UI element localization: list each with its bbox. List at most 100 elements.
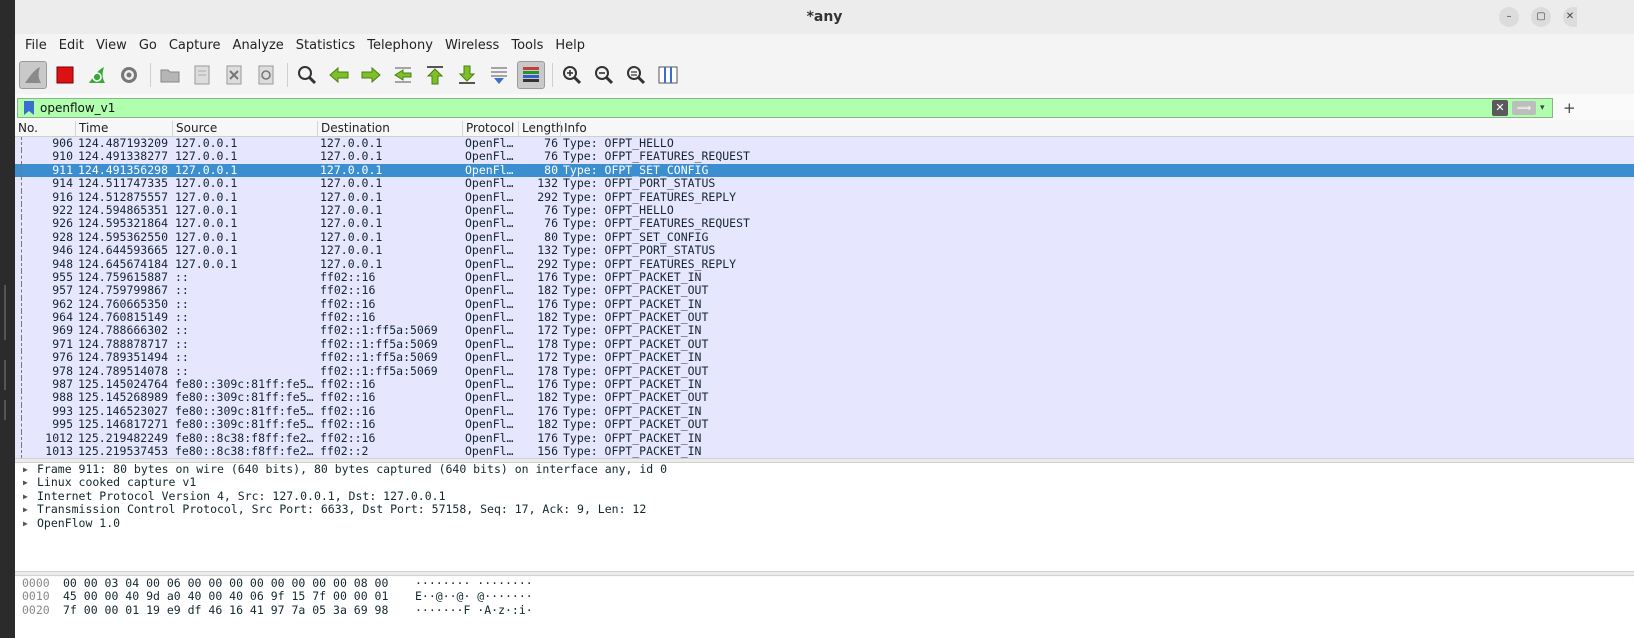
column-header-info[interactable]: Info xyxy=(560,121,1560,136)
packet-row[interactable]: 906 124.487193209 127.0.0.1 127.0.0.1 OpenFl… xyxy=(15,137,1634,151)
packet-destination: 127.0.0.1 xyxy=(320,230,383,244)
packet-row[interactable]: 914 124.511747335 127.0.0.1 127.0.0.1 OpenFl… xyxy=(15,177,1634,191)
colorize-button[interactable] xyxy=(517,61,545,89)
go-back-button[interactable] xyxy=(325,61,353,89)
packet-row[interactable]: 948 124.645674184 127.0.0.1 127.0.0.1 OpenFl… xyxy=(15,257,1634,271)
packet-length: 132 xyxy=(537,244,558,258)
hex-bytes[interactable]: 00 00 03 04 00 06 00 00 00 00 00 00 00 0… xyxy=(63,577,388,590)
packet-row[interactable]: 978 124.789514078:: ff02::1:ff5a:5069 OpenF… xyxy=(15,364,1634,379)
hex-offset[interactable]: 0000 xyxy=(22,577,50,590)
minimize-button[interactable]: – xyxy=(1499,7,1519,27)
packet-row[interactable]: 987 125.145024764 fe80::309c:81ff:fe5… ff02… xyxy=(15,378,1634,392)
packet-row[interactable]: 962 124.760665350:: ff02::16 OpenFl… 176 Type… xyxy=(15,297,1634,312)
packet-row[interactable]: 988 125.145268989 fe80::309c:81ff:fe5… ff02… xyxy=(15,391,1634,405)
hex-offset[interactable]: 0010 xyxy=(22,589,50,603)
packet-protocol: OpenFl… xyxy=(465,163,514,177)
packet-row[interactable]: 1012 125.219482249 fe80::8c38:f8ff:fe2… ff0… xyxy=(15,431,1634,445)
column-header-protocol[interactable]: Protocol xyxy=(462,121,518,136)
hex-bytes[interactable]: 7f 00 00 01 19 e9 df 46 16 41 97 7a 05 3… xyxy=(63,603,388,617)
pane-splitter[interactable] xyxy=(15,571,1634,576)
hex-bytes[interactable]: 45 00 00 40 9d a0 40 00 40 06 9f 15 7f 0… xyxy=(63,589,388,603)
filter-dropdown-icon[interactable]: ▾ xyxy=(1540,103,1552,113)
find-packet-button[interactable] xyxy=(293,61,321,89)
packet-info: Type: OFPT_SET_CONFIG xyxy=(563,163,709,177)
packet-row[interactable]: 1013 125.219537453 fe80::8c38:f8ff:fe2… ff0… xyxy=(15,444,1634,458)
packet-row[interactable]: 976 124.789351494:: ff02::1:ff5a:5069 OpenF… xyxy=(15,351,1634,365)
detail-tree-item[interactable]: ▶ Transmission Control Protocol, Src Port… xyxy=(15,502,1634,516)
apply-filter-icon[interactable]: ⟹ xyxy=(1512,101,1536,115)
column-header-time[interactable]: Time xyxy=(75,121,172,136)
menu-telephony[interactable]: Telephony xyxy=(361,38,439,53)
ascii-bytes[interactable]: ·······F ·A·z·:i· xyxy=(415,603,533,617)
expand-arrow-icon[interactable]: ▶ xyxy=(23,490,28,503)
menu-file[interactable]: File xyxy=(19,38,53,53)
restart-capture-button[interactable] xyxy=(83,61,111,89)
menu-go[interactable]: Go xyxy=(133,38,163,53)
hex-offset[interactable]: 0020 xyxy=(22,603,50,617)
packet-row[interactable]: 946 124.644593665 127.0.0.1 127.0.0.1 OpenFl… xyxy=(15,244,1634,258)
packet-row[interactable]: 928 124.595362550 127.0.0.1 127.0.0.1 OpenFl… xyxy=(15,230,1634,245)
expand-arrow-icon[interactable]: ▶ xyxy=(23,476,28,489)
close-button[interactable]: ✕ xyxy=(1563,7,1577,27)
packet-row[interactable]: 995 125.146817271 fe80::309c:81ff:fe5… ff02… xyxy=(15,418,1634,432)
ascii-bytes[interactable]: ········ ········ xyxy=(415,577,533,590)
expand-arrow-icon[interactable]: ▶ xyxy=(23,517,28,530)
menu-wireless[interactable]: Wireless xyxy=(439,38,505,53)
menu-help[interactable]: Help xyxy=(549,38,591,53)
detail-tree-item[interactable]: ▶ Linux cooked capture v1 xyxy=(15,476,1634,489)
last-packet-button[interactable] xyxy=(453,61,481,89)
normal-size-button[interactable] xyxy=(622,61,650,89)
add-filter-button[interactable]: + xyxy=(1563,99,1576,117)
go-to-packet-button[interactable] xyxy=(389,61,417,89)
bookmark-icon[interactable] xyxy=(22,99,36,117)
menu-capture[interactable]: Capture xyxy=(163,38,227,53)
packet-destination: ff02::16 xyxy=(320,284,376,298)
menu-statistics[interactable]: Statistics xyxy=(290,38,361,53)
packet-row[interactable]: 955 124.759615887:: ff02::16 OpenFl… 176 Type… xyxy=(15,270,1634,285)
column-header-destination[interactable]: Destination xyxy=(317,121,462,136)
packet-destination: 127.0.0.1 xyxy=(320,177,383,191)
maximize-button[interactable]: ▢ xyxy=(1531,7,1551,27)
resize-columns-button[interactable] xyxy=(654,61,682,89)
packet-list[interactable]: 906 124.487193209 127.0.0.1 127.0.0.1 OpenFl… xyxy=(15,137,1634,458)
packet-row[interactable]: 916 124.512875557 127.0.0.1 127.0.0.1 OpenFl… xyxy=(15,190,1634,204)
packet-row[interactable]: 922 124.594865351 127.0.0.1 127.0.0.1 OpenFl… xyxy=(15,203,1634,218)
packet-row[interactable]: 910 124.491338277 127.0.0.1 127.0.0.1 OpenFl… xyxy=(15,150,1634,164)
packet-row[interactable]: 926 124.595321864 127.0.0.1 127.0.0.1 OpenFl… xyxy=(15,217,1634,231)
filter-text[interactable]: openflow_v1 xyxy=(40,101,1492,115)
close-file-button[interactable] xyxy=(220,61,248,89)
expand-arrow-icon[interactable]: ▶ xyxy=(23,463,28,476)
packet-source: fe80::309c:81ff:fe5… xyxy=(175,391,314,405)
menu-edit[interactable]: Edit xyxy=(53,38,90,53)
packet-row[interactable]: 964 124.760815149:: ff02::16 OpenFl… 182 Type… xyxy=(15,311,1634,325)
packet-row[interactable]: 971 124.788878717:: ff02::1:ff5a:5069 OpenF… xyxy=(15,337,1634,352)
clear-filter-icon[interactable]: ✕ xyxy=(1492,100,1508,116)
start-capture-button[interactable] xyxy=(19,61,47,89)
zoom-in-button[interactable] xyxy=(558,61,586,89)
stop-capture-button[interactable] xyxy=(51,61,79,89)
column-header-source[interactable]: Source xyxy=(172,121,317,136)
packet-row[interactable]: 969 124.788666302:: ff02::1:ff5a:5069 OpenF… xyxy=(15,324,1634,338)
packet-row[interactable]: 911 124.491356298 127.0.0.1 127.0.0.1 OpenFl… xyxy=(15,163,1634,178)
ascii-bytes[interactable]: E··@··@· @······· xyxy=(415,589,533,603)
open-file-button[interactable] xyxy=(156,61,184,89)
go-forward-button[interactable] xyxy=(357,61,385,89)
column-header-no[interactable]: No. xyxy=(15,121,38,136)
capture-options-button[interactable] xyxy=(115,61,143,89)
packet-row[interactable]: 993 125.146523027 fe80::309c:81ff:fe5… ff02… xyxy=(15,404,1634,419)
column-header-length[interactable]: Length xyxy=(518,121,563,136)
save-file-button[interactable] xyxy=(188,61,216,89)
first-packet-button[interactable] xyxy=(421,61,449,89)
auto-scroll-button[interactable] xyxy=(485,61,513,89)
display-filter-input[interactable]: openflow_v1 ✕ ⟹ ▾ xyxy=(17,98,1553,118)
menu-view[interactable]: View xyxy=(90,38,133,53)
detail-tree-item[interactable]: ▶ Frame 911: 80 bytes on wire (640 bits),… xyxy=(15,462,1634,476)
zoom-out-button[interactable] xyxy=(590,61,618,89)
packet-row[interactable]: 957 124.759799867:: ff02::16 OpenFl… 182 Type… xyxy=(15,284,1634,298)
menu-tools[interactable]: Tools xyxy=(505,38,549,53)
detail-tree-item[interactable]: ▶ OpenFlow 1.0 xyxy=(15,516,1634,530)
reload-file-button[interactable] xyxy=(252,61,280,89)
menu-analyze[interactable]: Analyze xyxy=(227,38,290,53)
expand-arrow-icon[interactable]: ▶ xyxy=(23,503,28,516)
detail-tree-item[interactable]: ▶ Internet Protocol Version 4, Src: 127.0… xyxy=(15,489,1634,503)
